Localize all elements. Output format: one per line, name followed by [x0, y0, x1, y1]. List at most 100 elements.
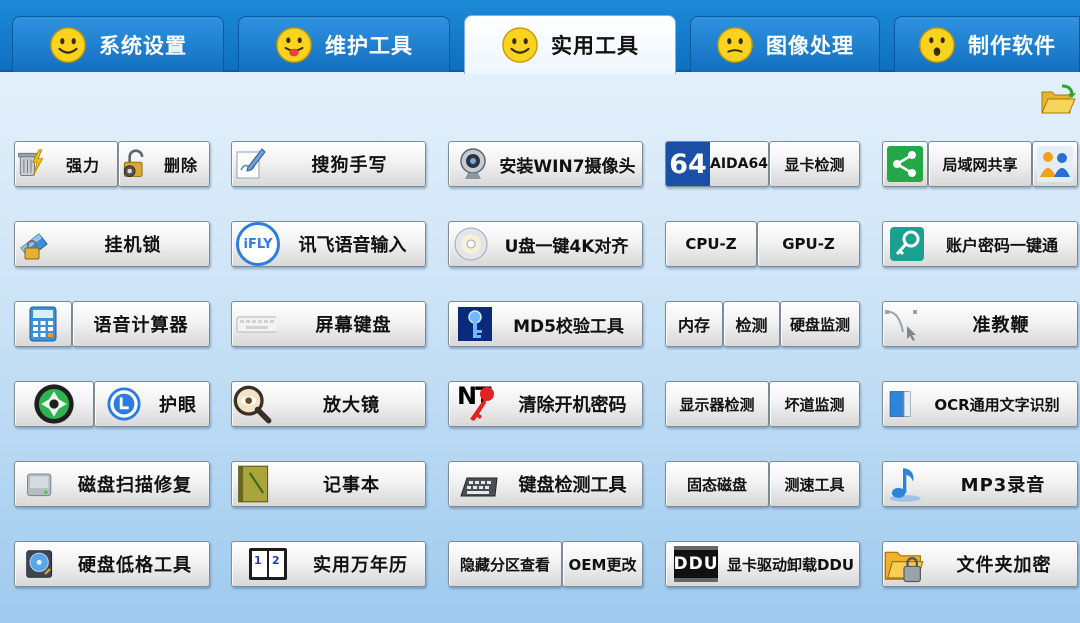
aperture-icon [34, 384, 74, 424]
oem-change-button[interactable]: OEM更改 [562, 541, 643, 587]
tab-label: 图像处理 [766, 33, 854, 58]
confused-smiley-icon [717, 26, 753, 63]
ifly-logo-icon: iFLY [236, 222, 280, 266]
tab-utility-tools[interactable]: 实用工具 [464, 15, 676, 74]
unlock-gear-icon [123, 149, 144, 177]
tab-bar: 系统设置 维护工具 实用工具 图像处理 制作软件 [0, 0, 1080, 74]
ddu-button[interactable]: DDU 显卡驱动卸载DDU [665, 541, 860, 587]
cpu-z-button[interactable]: CPU-Z [665, 221, 757, 267]
gpu-z-button[interactable]: GPU-Z [757, 221, 860, 267]
calculator-icon-button[interactable] [14, 301, 72, 347]
force-label: 强力 [65, 156, 100, 175]
check-button[interactable]: 检测 [723, 301, 780, 347]
sogou-handwriting-button[interactable]: 搜狗手写 [231, 141, 426, 187]
disk-monitor-button[interactable]: 硬盘监测 [780, 301, 860, 347]
calendar-label: 实用万年历 [313, 555, 408, 576]
force-button[interactable]: 强力 [14, 141, 118, 187]
speed-test-button[interactable]: 测速工具 [769, 461, 860, 507]
webcam-icon [460, 148, 486, 179]
surprised-smiley-icon [919, 26, 955, 63]
cursor-tool-label: 准教鞭 [972, 315, 1030, 336]
clock-icon [107, 387, 141, 421]
lan-share-button[interactable]: 局域网共享 [928, 141, 1032, 187]
disk-scan-repair-button[interactable]: 磁盘扫描修复 [14, 461, 210, 507]
people-icon-button[interactable] [1032, 141, 1078, 187]
account-password-button[interactable]: 账户密码一键通 [882, 221, 1078, 267]
install-win7-camera-button[interactable]: 安装WIN7摄像头 [448, 141, 643, 187]
hidden-partition-button[interactable]: 隐藏分区查看 [448, 541, 562, 587]
aperture-icon-button[interactable] [14, 381, 94, 427]
ifly-voice-input-button[interactable]: iFLY 讯飞语音输入 [231, 221, 426, 267]
voice-calculator-label: 语音计算器 [93, 315, 189, 336]
key-icon [890, 227, 924, 261]
keyboard-icon [236, 316, 276, 333]
low-format-label: 硬盘低格工具 [78, 555, 192, 576]
folder-lock-icon [884, 551, 924, 583]
tab-label: 实用工具 [551, 34, 639, 58]
disk-monitor-label: 硬盘监测 [789, 315, 850, 334]
tab-system-settings[interactable]: 系统设置 [12, 16, 224, 72]
usb-4k-align-button[interactable]: U盘一键4K对齐 [448, 221, 643, 267]
pointer-curve-icon [885, 310, 917, 341]
delete-button[interactable]: 删除 [118, 141, 210, 187]
gpu-check-button[interactable]: 显卡检测 [769, 141, 860, 187]
magnifier-button[interactable]: 放大镜 [231, 381, 426, 427]
oem-change-label: OEM更改 [568, 555, 637, 574]
memory-button[interactable]: 内存 [665, 301, 723, 347]
magnifier-eye-icon [233, 385, 272, 424]
calendar-button[interactable]: 1 2 实用万年历 [231, 541, 426, 587]
lock-screen-icon [20, 233, 48, 260]
tab-maintenance-tools[interactable]: 维护工具 [238, 16, 450, 72]
mp3-record-label: MP3录音 [960, 475, 1046, 496]
aida64-button[interactable]: 64 AIDA64 [665, 141, 769, 187]
mp3-record-button[interactable]: MP3录音 [882, 461, 1078, 507]
nt-key-icon: NT [457, 382, 501, 424]
gpu-check-label: 显卡检测 [784, 155, 845, 174]
share-icon [887, 146, 923, 182]
keyboard-test-label: 键盘检测工具 [518, 475, 627, 496]
tab-label: 系统设置 [99, 33, 187, 58]
folder-encrypt-button[interactable]: 文件夹加密 [882, 541, 1078, 587]
ssd-button[interactable]: 固态磁盘 [665, 461, 769, 507]
hang-lock-button[interactable]: 挂机锁 [14, 221, 210, 267]
monitor-check-button[interactable]: 显示器检测 [665, 381, 769, 427]
svg-text:1: 1 [254, 554, 263, 567]
hard-drive-icon [27, 473, 52, 497]
open-folder-icon[interactable] [1040, 84, 1076, 118]
tab-image-processing[interactable]: 图像处理 [690, 16, 880, 72]
keyboard-dark-icon [460, 477, 498, 497]
svg-text:2: 2 [272, 554, 281, 567]
clear-boot-password-button[interactable]: NT 清除开机密码 [448, 381, 643, 427]
cursor-tool-button[interactable]: 准教鞭 [882, 301, 1078, 347]
ocr-button[interactable]: OCR通用文字识别 [882, 381, 1078, 427]
md5-tool-label: MD5校验工具 [513, 316, 624, 337]
bad-sector-monitor-button[interactable]: 坏道监测 [769, 381, 860, 427]
smiley-icon [502, 27, 538, 63]
hidden-partition-label: 隐藏分区查看 [459, 555, 550, 574]
key-check-icon [458, 307, 492, 341]
bad-sector-monitor-label: 坏道监测 [784, 395, 845, 414]
eye-protect-button[interactable]: 护眼 [94, 381, 210, 427]
tab-make-software[interactable]: 制作软件 [894, 16, 1080, 72]
monitor-check-label: 显示器检测 [679, 395, 755, 414]
keyboard-test-button[interactable]: 键盘检测工具 [448, 461, 643, 507]
disk-platter-icon [26, 550, 53, 578]
ifly-voice-input-label: 讯飞语音输入 [298, 235, 407, 256]
aida64-logo-icon: 64 [666, 142, 710, 186]
voice-calculator-button[interactable]: 语音计算器 [72, 301, 210, 347]
install-win7-camera-label: 安装WIN7摄像头 [499, 156, 636, 177]
share-icon-button[interactable] [882, 141, 928, 187]
clear-boot-password-label: 清除开机密码 [518, 395, 627, 416]
disc-icon [454, 227, 488, 261]
magnifier-label: 放大镜 [323, 395, 380, 416]
sogou-handwriting-label: 搜狗手写 [311, 155, 388, 176]
low-format-button[interactable]: 硬盘低格工具 [14, 541, 210, 587]
screen-keyboard-button[interactable]: 屏幕键盘 [231, 301, 426, 347]
calculator-icon [29, 306, 57, 342]
aida64-label: AIDA64 [710, 156, 768, 172]
lan-share-label: 局域网共享 [942, 155, 1018, 174]
md5-tool-button[interactable]: MD5校验工具 [448, 301, 643, 347]
notepad-button[interactable]: 记事本 [231, 461, 426, 507]
notebook-icon [238, 465, 269, 503]
disk-scan-repair-label: 磁盘扫描修复 [78, 475, 192, 496]
